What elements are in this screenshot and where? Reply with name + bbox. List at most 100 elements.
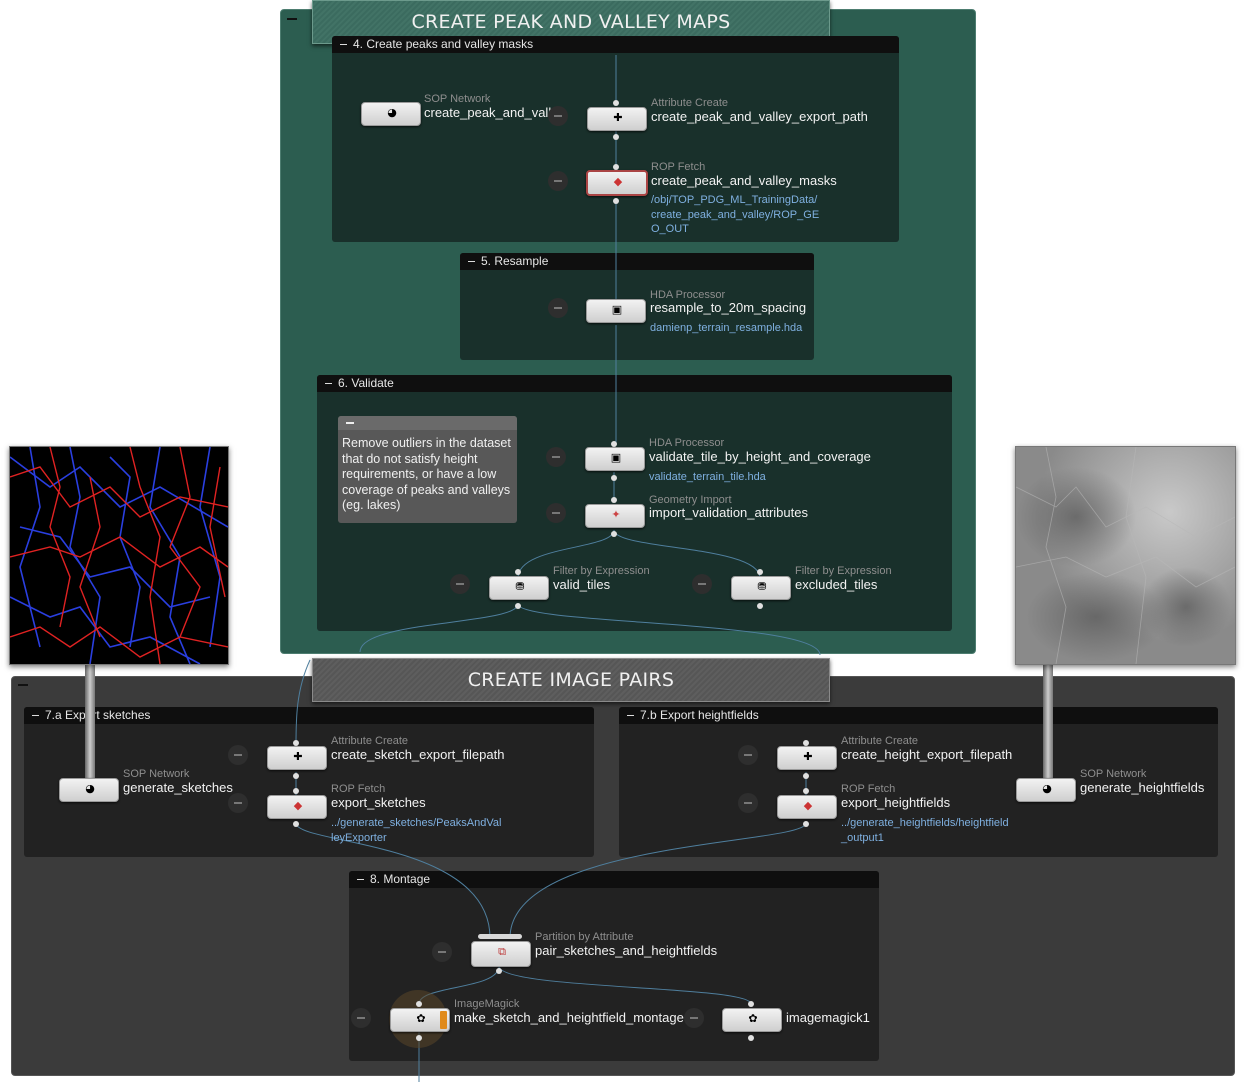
sticky-note[interactable]: Remove outliers in the dataset that do n…: [338, 416, 517, 523]
input-connector[interactable]: [416, 1001, 422, 1007]
imagemagick-icon: ✿: [416, 1012, 426, 1025]
node-generate-sketches[interactable]: ◕: [59, 778, 119, 802]
input-connector[interactable]: [803, 788, 809, 794]
node-type-label: Filter by Expression: [795, 565, 892, 577]
input-connector[interactable]: [803, 740, 809, 746]
rop-fetch-icon: ◆: [293, 799, 303, 812]
node-type-label: SOP Network: [424, 93, 491, 105]
output-connector[interactable]: [515, 603, 521, 609]
node-type-label: Attribute Create: [841, 735, 919, 747]
bypass-button[interactable]: [228, 793, 248, 813]
node-name-label: generate_sketches: [123, 780, 233, 795]
bypass-button[interactable]: [546, 447, 566, 467]
node-export-heightfields[interactable]: ◆: [777, 795, 837, 819]
input-connector[interactable]: [293, 740, 299, 746]
wire: [295, 659, 311, 746]
attribute-create-icon: ✚: [293, 750, 303, 763]
input-connector[interactable]: [613, 100, 619, 106]
rop-fetch-icon: ◆: [613, 175, 623, 188]
wire: [498, 965, 752, 1005]
output-connector[interactable]: [613, 198, 619, 204]
node-pair-sketches-and-heightfields[interactable]: ⧉: [471, 941, 531, 967]
wire: [359, 603, 519, 653]
output-connector[interactable]: [496, 968, 502, 974]
node-name-label: imagemagick1: [786, 1010, 870, 1025]
node-create-peak-and-valley[interactable]: ◕: [361, 102, 421, 126]
node-generate-heightfields[interactable]: ◕: [1016, 778, 1076, 802]
node-create-height-export-filepath[interactable]: ✚: [777, 746, 837, 770]
sketch-preview-graphic: [9, 446, 229, 665]
node-name-label: create_height_export_filepath: [841, 747, 1013, 762]
node-type-label: ROP Fetch: [841, 783, 896, 795]
node-name-label: generate_heightfields: [1080, 780, 1205, 795]
sop-network-icon: ◕: [1042, 782, 1052, 795]
output-connector[interactable]: [611, 475, 617, 481]
node-create-sketch-export-filepath[interactable]: ✚: [267, 746, 327, 770]
output-connector[interactable]: [803, 773, 809, 779]
input-connector[interactable]: [748, 1001, 754, 1007]
node-name-label: resample_to_20m_spacing: [650, 300, 807, 315]
node-valid-tiles[interactable]: ⛃: [489, 576, 549, 600]
imagemagick-icon: ✿: [748, 1012, 758, 1025]
hda-processor-icon: ▣: [610, 451, 622, 464]
wire: [509, 822, 807, 939]
output-connector[interactable]: [293, 773, 299, 779]
output-connector[interactable]: [748, 1035, 754, 1041]
input-connector[interactable]: [611, 497, 617, 503]
filter-icon: ⛃: [757, 580, 767, 593]
node-type-label: ImageMagick: [454, 998, 520, 1010]
sop-network-icon: ◕: [387, 106, 397, 119]
display-flag-icon[interactable]: [440, 1011, 447, 1029]
input-connector[interactable]: [293, 788, 299, 794]
rop-fetch-icon: ◆: [803, 799, 813, 812]
sticky-note-collapse-icon[interactable]: [338, 416, 517, 430]
output-connector[interactable]: [416, 1035, 422, 1041]
output-connector[interactable]: [611, 531, 617, 537]
input-connector[interactable]: [613, 164, 619, 170]
geometry-import-icon: ✦: [611, 508, 621, 521]
node-name-label: export_heightfields: [841, 795, 951, 810]
attribute-create-icon: ✚: [803, 750, 813, 763]
bypass-button[interactable]: [684, 1008, 704, 1028]
bypass-button[interactable]: [692, 574, 712, 594]
node-imagemagick1[interactable]: ✿: [722, 1008, 782, 1032]
bypass-button[interactable]: [228, 745, 248, 765]
input-connector[interactable]: [611, 441, 617, 447]
preview-pole: [1043, 664, 1053, 780]
bypass-button[interactable]: [546, 503, 566, 523]
node-type-label: Attribute Create: [331, 735, 409, 747]
bypass-button[interactable]: [738, 793, 758, 813]
node-validate-tile-by-height-and-coverage[interactable]: ▣: [585, 447, 645, 471]
output-connector[interactable]: [293, 821, 299, 827]
node-create-peak-and-valley-masks[interactable]: ◆: [586, 170, 648, 196]
node-parameter-label: ../generate_heightfields/heightfield_out…: [841, 817, 1009, 844]
filter-icon: ⛃: [515, 580, 525, 593]
output-connector[interactable]: [613, 134, 619, 140]
node-make-sketch-and-heightfield-montage[interactable]: ✿: [390, 1008, 450, 1032]
node-parameter-label: /obj/TOP_PDG_ML_TrainingData/create_peak…: [651, 194, 820, 235]
bypass-button[interactable]: [351, 1008, 371, 1028]
input-connector[interactable]: [757, 569, 763, 575]
bypass-button[interactable]: [548, 171, 568, 191]
node-type-label: Filter by Expression: [553, 565, 650, 577]
output-connector[interactable]: [803, 821, 809, 827]
output-connector[interactable]: [757, 603, 763, 609]
bypass-button[interactable]: [548, 298, 568, 318]
node-create-peak-and-valley-export-path[interactable]: ✚: [587, 107, 647, 131]
sticky-note-text: Remove outliers in the dataset that do n…: [342, 436, 511, 512]
node-import-validation-attributes[interactable]: ✦: [585, 504, 645, 528]
bypass-button[interactable]: [738, 745, 758, 765]
input-connector[interactable]: [515, 569, 521, 575]
bypass-button[interactable]: [432, 942, 452, 962]
node-name-label: make_sketch_and_heightfield_montage: [454, 1010, 684, 1025]
node-type-label: SOP Network: [1080, 768, 1147, 780]
node-type-label: SOP Network: [123, 768, 190, 780]
node-export-sketches[interactable]: ◆: [267, 795, 327, 819]
node-name-label: create_peak_and_valley_export_path: [651, 109, 868, 124]
bypass-button[interactable]: [450, 574, 470, 594]
heightfield-preview-graphic: [1015, 446, 1236, 665]
bypass-button[interactable]: [548, 106, 568, 126]
partition-icon: ⧉: [498, 945, 506, 958]
node-resample-to-20m-spacing[interactable]: ▣: [586, 299, 646, 323]
node-excluded-tiles[interactable]: ⛃: [731, 576, 791, 600]
